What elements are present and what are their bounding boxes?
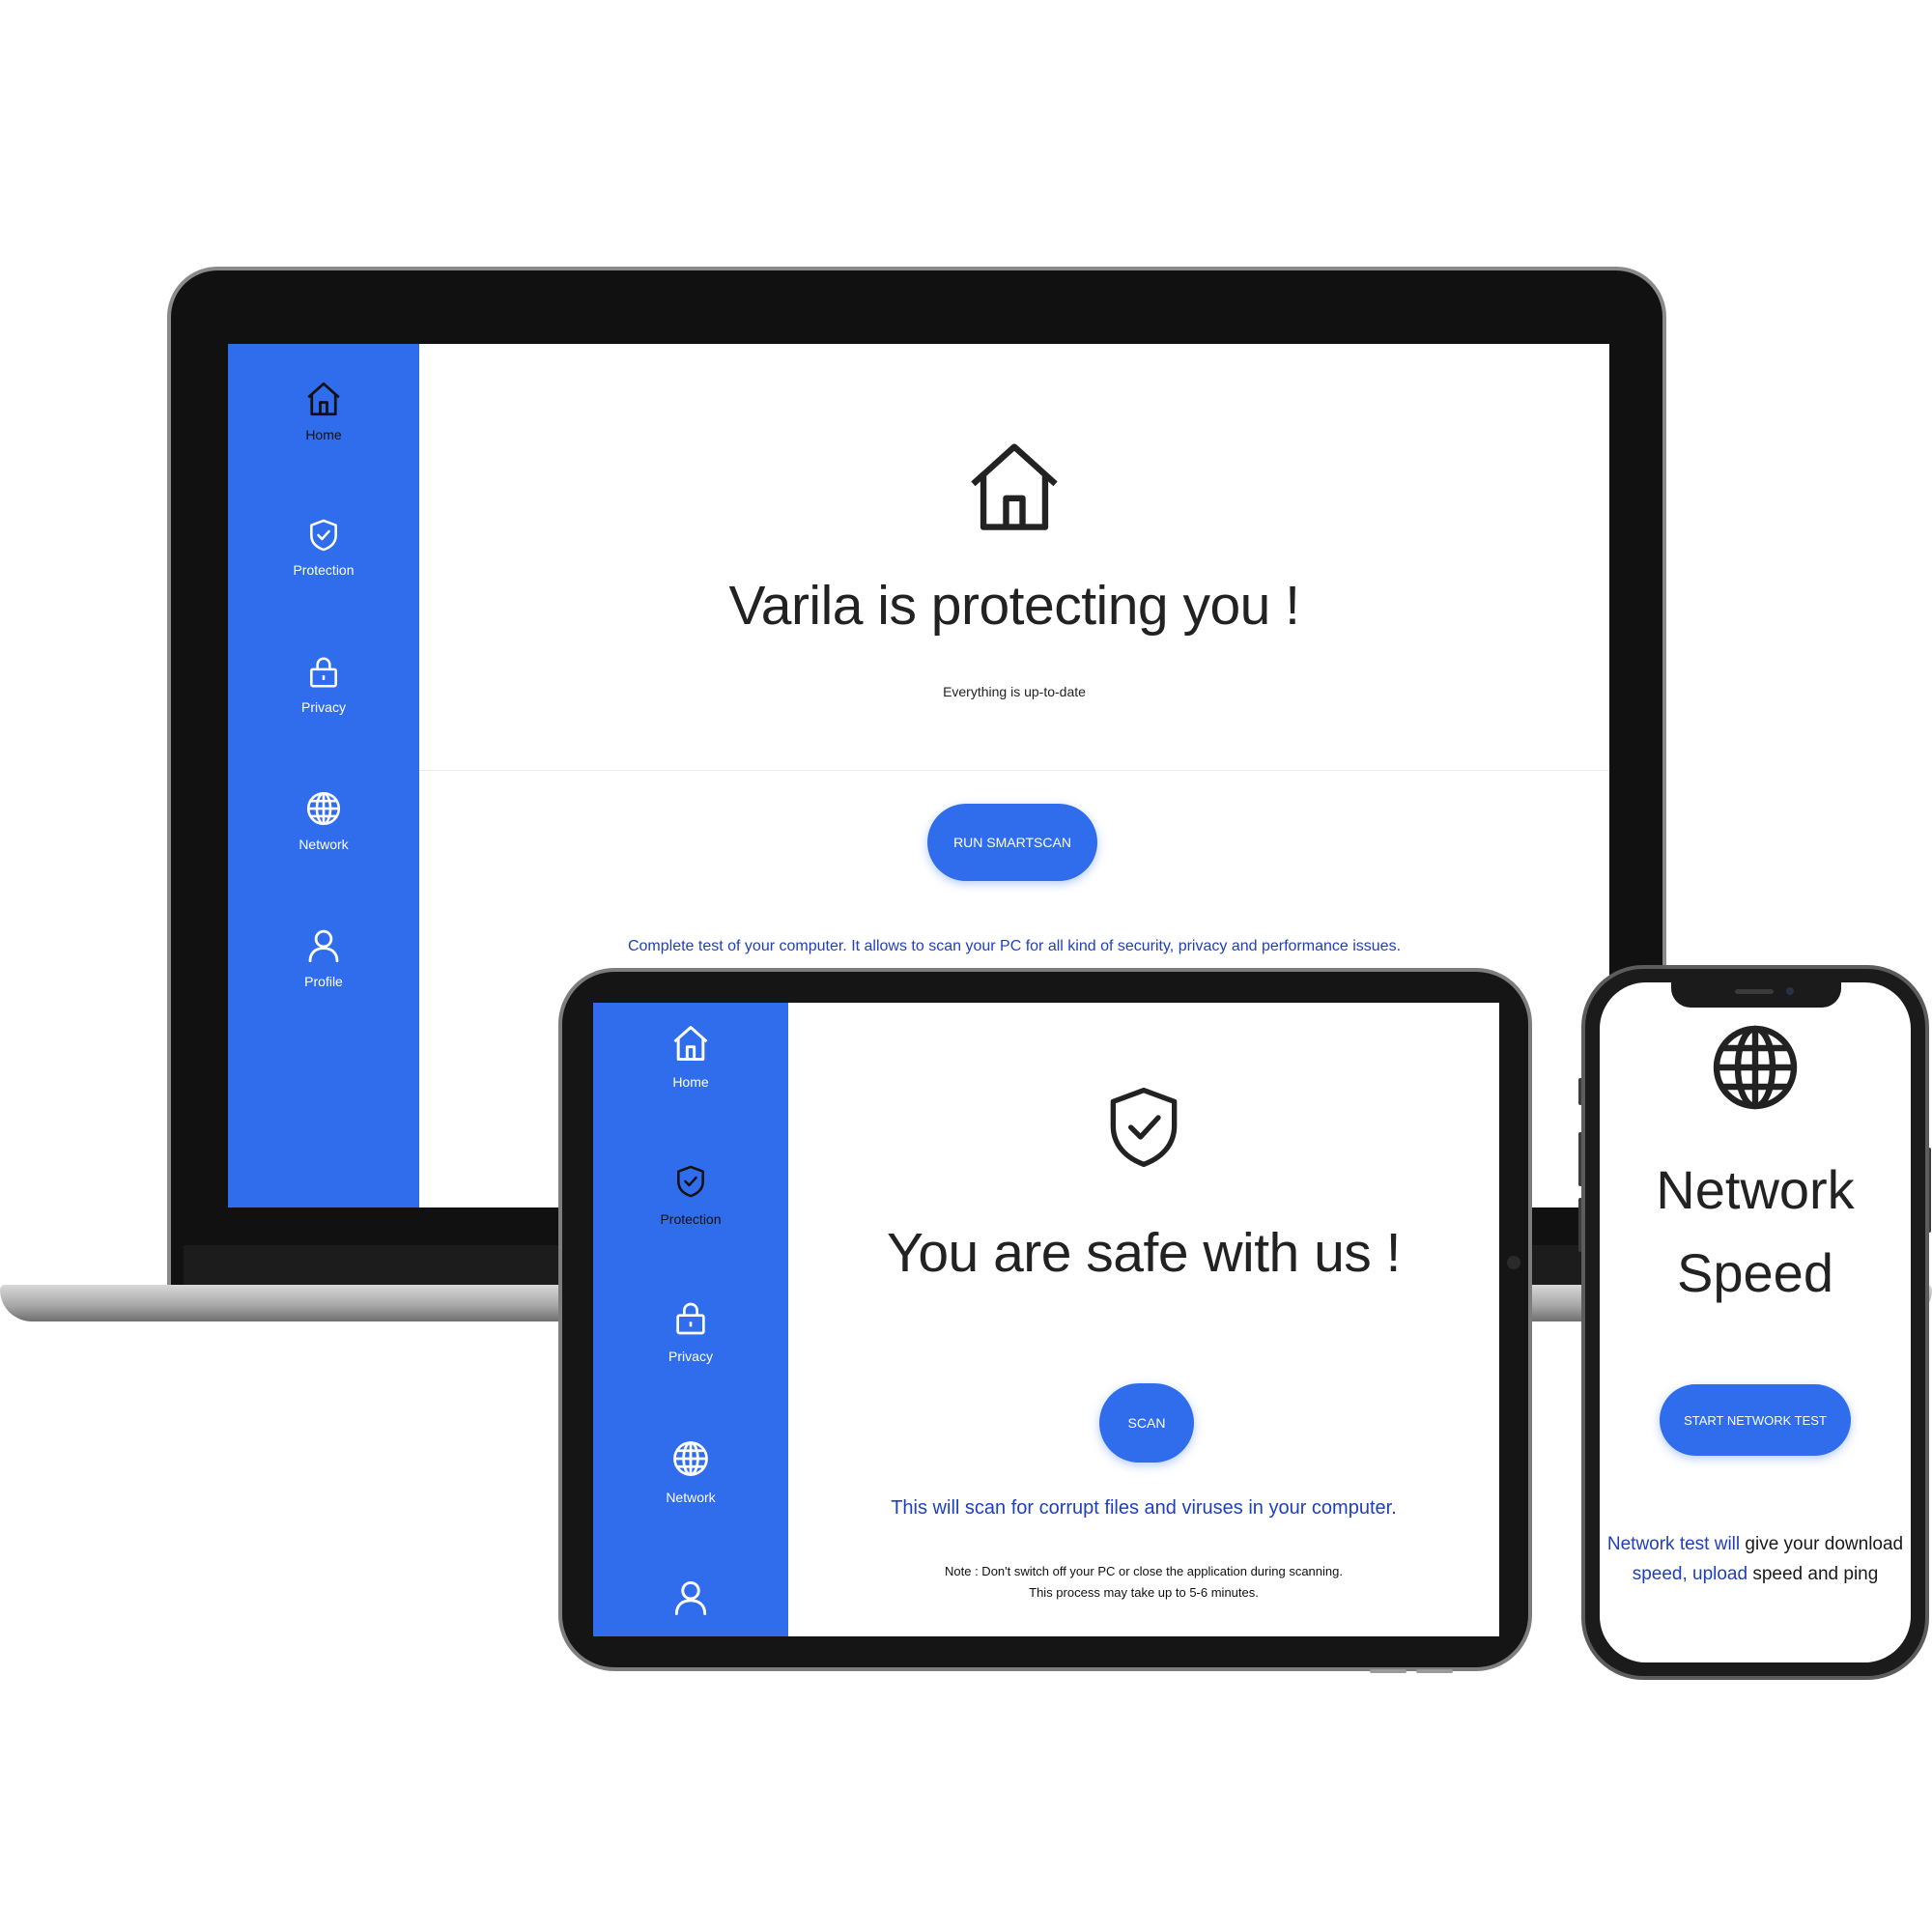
phone-camera — [1786, 987, 1794, 995]
tablet-note-line2: This process may take up to 5-6 minutes. — [1029, 1585, 1259, 1600]
phone-description-part4: speed and ping — [1747, 1564, 1879, 1584]
phone-description-line1: Network test will give your download — [1600, 1529, 1911, 1559]
phone-description-part2: give your download — [1740, 1534, 1904, 1554]
tablet-sidebar-item-protection[interactable]: Protection — [593, 1161, 788, 1227]
laptop-sidebar-label-protection: Protection — [293, 562, 355, 578]
laptop-subtitle: Everything is up-to-date — [943, 684, 1086, 699]
phone-headline-line1: Network — [1656, 1159, 1855, 1220]
phone-headline-line2: Speed — [1677, 1242, 1833, 1303]
laptop-sidebar-label-home: Home — [305, 427, 342, 442]
lock-icon — [310, 657, 337, 688]
tablet-note-line1: Note : Don't switch off your PC or close… — [945, 1564, 1343, 1578]
user-icon — [308, 929, 339, 963]
laptop-sidebar: Home Protection Privacy Network Profile — [228, 344, 419, 1208]
tablet-top-buttons — [1370, 1669, 1457, 1674]
user-icon — [674, 1580, 707, 1615]
laptop-sidebar-item-home[interactable]: Home — [228, 379, 419, 442]
laptop-divider — [419, 770, 1609, 771]
phone-description-part1: Network test will — [1606, 1534, 1741, 1554]
globe-icon — [1713, 1025, 1798, 1110]
scan-button[interactable]: SCAN — [1099, 1383, 1194, 1463]
shield-check-icon — [1110, 1088, 1178, 1168]
tablet-camera — [1507, 1256, 1520, 1269]
tablet-note: Note : Don't switch off your PC or close… — [788, 1561, 1499, 1604]
shield-check-icon — [677, 1165, 704, 1198]
laptop-sidebar-label-privacy: Privacy — [301, 699, 346, 715]
laptop-sidebar-item-privacy[interactable]: Privacy — [228, 653, 419, 715]
globe-icon — [673, 1441, 708, 1476]
laptop-sidebar-item-protection[interactable]: Protection — [228, 516, 419, 578]
laptop-sidebar-label-network: Network — [298, 837, 349, 852]
tablet-headline: You are safe with us ! — [887, 1222, 1401, 1284]
tablet-sidebar-label-protection: Protection — [660, 1211, 722, 1227]
phone-description: Network test will give your download spe… — [1600, 1529, 1911, 1589]
start-network-test-button[interactable]: START NETWORK TEST — [1660, 1384, 1851, 1456]
tablet-screen: Home Protection Privacy Network You are … — [593, 1003, 1499, 1636]
tablet-sidebar-label-privacy: Privacy — [668, 1349, 713, 1364]
tablet-description: This will scan for corrupt files and vir… — [891, 1497, 1397, 1519]
tablet-sidebar-item-network[interactable]: Network — [593, 1437, 788, 1505]
laptop-headline: Varila is protecting you ! — [728, 575, 1300, 637]
phone-hero-icon-wrap — [1600, 1021, 1911, 1119]
phone-description-line2: speed, upload speed and ping — [1600, 1559, 1911, 1589]
phone-screen: Network Speed START NETWORK TEST Network… — [1600, 982, 1911, 1662]
phone-description-part3: speed, upload — [1632, 1564, 1748, 1584]
home-icon — [673, 1026, 708, 1061]
tablet-sidebar-item-home[interactable]: Home — [593, 1022, 788, 1090]
laptop-sidebar-item-network[interactable]: Network — [228, 788, 419, 852]
laptop-hero-icon-wrap — [419, 439, 1609, 538]
home-icon — [971, 443, 1058, 530]
tablet-main-content: You are safe with us ! SCAN This will sc… — [788, 1003, 1499, 1636]
tablet-sidebar-label-home: Home — [672, 1074, 709, 1090]
lock-icon — [676, 1302, 705, 1335]
phone-speaker — [1735, 989, 1774, 994]
home-icon — [307, 382, 340, 416]
globe-icon — [306, 791, 341, 826]
shield-check-icon — [310, 519, 337, 552]
tablet-hero-icon-wrap — [788, 1084, 1499, 1176]
phone-notch — [1671, 982, 1841, 1008]
tablet-sidebar-item-privacy[interactable]: Privacy — [593, 1298, 788, 1364]
laptop-sidebar-item-profile[interactable]: Profile — [228, 925, 419, 989]
tablet-sidebar-label-network: Network — [666, 1490, 716, 1505]
laptop-description: Complete test of your computer. It allow… — [627, 938, 1402, 954]
phone-headline: Network Speed — [1600, 1149, 1911, 1315]
tablet-sidebar: Home Protection Privacy Network — [593, 1003, 788, 1636]
tablet-sidebar-item-profile[interactable] — [593, 1577, 788, 1619]
laptop-sidebar-label-profile: Profile — [304, 974, 343, 989]
run-smartscan-button[interactable]: RUN SMARTSCAN — [927, 804, 1097, 881]
